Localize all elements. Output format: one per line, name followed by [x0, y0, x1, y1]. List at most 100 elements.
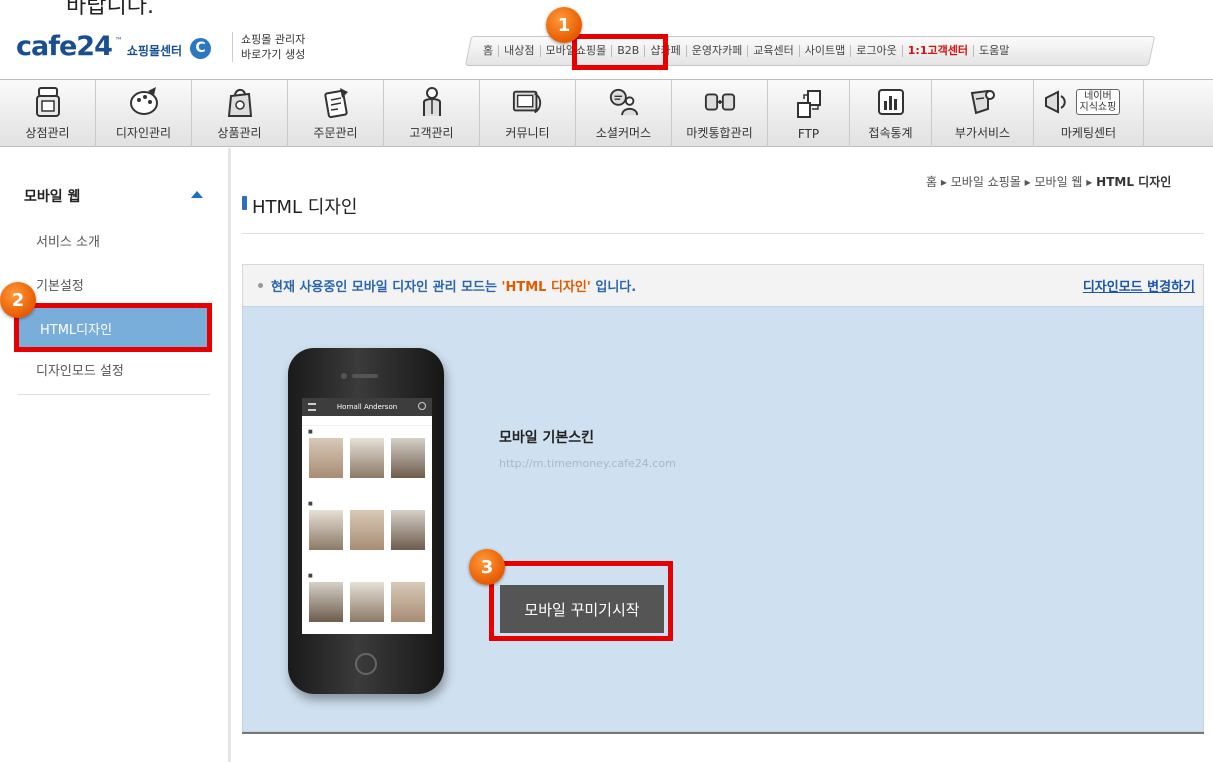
step-badge-2: 2: [0, 282, 36, 318]
phone-screen-preview: Hornall Anderson ■ ■ ■: [302, 398, 432, 634]
topnav-logout[interactable]: 로그아웃: [851, 45, 903, 57]
topnav-sitemap[interactable]: 사이트맵: [800, 45, 852, 57]
breadcrumb-separator: ▸: [1024, 175, 1031, 189]
phone-speaker: [352, 374, 378, 378]
preview-thumb: [309, 582, 344, 622]
sidebar-separator: [18, 394, 210, 395]
preview-section: ■: [308, 573, 313, 579]
preview-caption: [309, 554, 343, 568]
preview-thumb: [349, 582, 384, 622]
preview-thumb: [349, 438, 384, 478]
menu-label: 커뮤니티: [505, 126, 550, 140]
phone-home-button-icon: [355, 653, 377, 675]
preview-thumb: [309, 510, 344, 550]
sidebar-item-basic-settings[interactable]: 기본설정: [36, 275, 84, 294]
panel-bottom-border: [242, 732, 1204, 762]
menu-label: 디자인관리: [115, 126, 172, 140]
preview-menu-icon: [308, 403, 316, 411]
sidebar-item-service-intro[interactable]: 서비스 소개: [36, 231, 100, 250]
preview-caption: [391, 482, 425, 496]
admin-shortcut-line1: 쇼핑몰 관리자: [241, 33, 306, 46]
logo-text: cafe24: [16, 31, 113, 62]
highlight-box-3: [489, 561, 673, 641]
step-badge-3: 3: [469, 549, 505, 585]
preview-row: [302, 436, 432, 480]
bag-icon: [224, 86, 256, 118]
stats-icon: [875, 86, 907, 118]
menu-market-integration[interactable]: 마켓통합관리: [672, 79, 768, 147]
preview-caption-row: [302, 552, 432, 570]
menu-access-stats[interactable]: 접속통계: [850, 79, 932, 147]
store-icon: [32, 86, 64, 118]
topnav-customer-center[interactable]: 1:1고객센터: [903, 45, 974, 57]
menu-customer-management[interactable]: 고객관리: [384, 79, 480, 147]
logo-c-icon: C: [190, 37, 212, 59]
marketing-icon: 네이버 지식쇼핑: [1044, 86, 1134, 118]
menu-addon-services[interactable]: 부가서비스: [932, 79, 1034, 147]
notice-prefix: 현재 사용중인 모바일 디자인 관리 모드는: [271, 280, 502, 295]
preview-thumb: [349, 510, 384, 550]
preview-header: Hornall Anderson: [302, 398, 432, 416]
ftp-icon: [793, 89, 825, 121]
badge-line2: 지식쇼핑: [1079, 102, 1117, 113]
menu-label: 접속통계: [868, 126, 913, 140]
menu-social-commerce[interactable]: 소셜커머스: [576, 79, 672, 147]
order-icon: [320, 86, 352, 118]
preview-row: [302, 580, 432, 624]
breadcrumb: 홈 ▸ 모바일 쇼핑몰 ▸ 모바일 웹 ▸ HTML 디자인: [926, 173, 1171, 190]
menu-label: 마켓통합관리: [686, 126, 753, 140]
preview-caption-row: [302, 480, 432, 498]
customer-icon: [416, 86, 448, 118]
palette-icon: [128, 86, 160, 118]
preview-thumb: [390, 582, 425, 622]
topnav-operator-cafe[interactable]: 운영자카페: [687, 45, 749, 57]
menu-label: 상점관리: [25, 126, 70, 140]
menu-label: 소셜커머스: [595, 126, 652, 140]
title-underline: [242, 233, 1204, 234]
naver-shopping-badge: 네이버 지식쇼핑: [1075, 89, 1121, 115]
topnav-home[interactable]: 홈: [478, 45, 500, 57]
phone-camera: [341, 373, 347, 379]
menu-order-management[interactable]: 주문관리: [288, 79, 384, 147]
menu-label: 마케팅센터: [1060, 126, 1117, 140]
admin-shortcut-line2: 바로가기 생성: [241, 48, 306, 61]
preview-thumb: [309, 438, 344, 478]
cafe24-logo[interactable]: cafe24 ™ 쇼핑몰센터 C: [16, 31, 212, 62]
breadcrumb-mobile-mall[interactable]: 모바일 쇼핑몰: [951, 175, 1021, 189]
notice-mode-value: 'HTML 디자인': [501, 280, 591, 295]
preview-toolbar: [302, 416, 432, 426]
menu-marketing-center[interactable]: 네이버 지식쇼핑 마케팅센터: [1034, 79, 1144, 147]
menu-label: 상품관리: [217, 126, 262, 140]
menu-community[interactable]: 커뮤니티: [480, 79, 576, 147]
preview-section: ■: [308, 429, 313, 435]
skin-title: 모바일 기본스킨: [499, 430, 595, 446]
skin-url[interactable]: http://m.timemoney.cafe24.com: [499, 457, 676, 470]
preview-thumb: [390, 510, 425, 550]
highlight-box-2: [14, 303, 212, 352]
menu-design-management[interactable]: 디자인관리: [96, 79, 192, 147]
logo-trademark: ™: [114, 36, 123, 45]
topnav-help[interactable]: 도움말: [974, 45, 1014, 57]
preview-thumb: [390, 438, 425, 478]
preview-caption: [391, 554, 425, 568]
change-design-mode-link[interactable]: 디자인모드 변경하기: [1083, 276, 1195, 295]
preview-caption: [309, 482, 343, 496]
menu-product-management[interactable]: 상품관리: [192, 79, 288, 147]
admin-shortcut-link[interactable]: 쇼핑몰 관리자 바로가기 생성: [232, 32, 342, 62]
menu-store-management[interactable]: 상점관리: [0, 79, 96, 147]
topnav-education[interactable]: 교육센터: [748, 45, 800, 57]
preview-search-icon: [418, 402, 426, 410]
social-icon: [608, 86, 640, 118]
menu-label: 고객관리: [409, 126, 454, 140]
preview-row: [302, 508, 432, 552]
breadcrumb-home[interactable]: 홈: [926, 175, 937, 189]
step-badge-1: 1: [546, 7, 582, 43]
breadcrumb-separator: ▸: [1086, 175, 1093, 189]
sidebar-item-design-mode[interactable]: 디자인모드 설정: [36, 360, 124, 379]
menu-ftp[interactable]: FTP: [768, 79, 850, 147]
collapse-arrow-icon[interactable]: [191, 191, 203, 198]
breadcrumb-mobile-web[interactable]: 모바일 웹: [1034, 175, 1082, 189]
mode-notice-text: 현재 사용중인 모바일 디자인 관리 모드는 'HTML 디자인' 입니다.: [271, 276, 636, 295]
topnav-my-store[interactable]: 내상점: [499, 45, 541, 57]
addon-icon: [967, 86, 999, 118]
